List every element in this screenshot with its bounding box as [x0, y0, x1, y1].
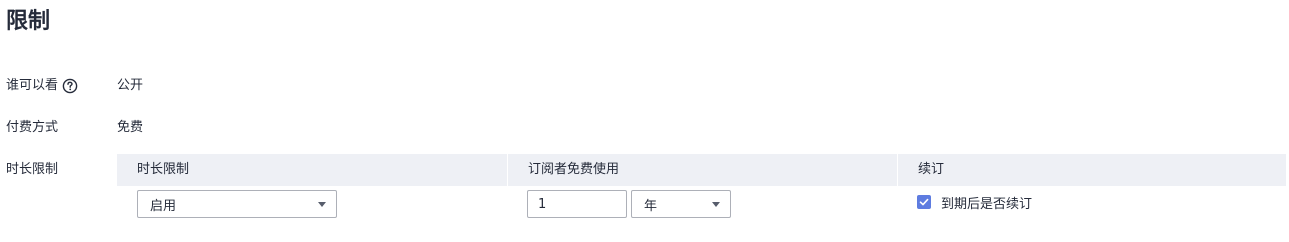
table-header: 时长限制 订阅者免费使用 续订 — [117, 154, 1286, 186]
duration-limit-table: 时长限制 订阅者免费使用 续订 启用 年 — [117, 154, 1286, 222]
duration-row-label: 时长限制 — [6, 161, 58, 179]
unit-select[interactable]: 年 — [631, 190, 731, 218]
visibility-row-label: 谁可以看 — [6, 77, 78, 95]
free-period-input[interactable] — [527, 190, 627, 218]
caret-down-icon — [318, 201, 326, 207]
visibility-label: 谁可以看 — [6, 78, 59, 93]
section-title: 限制 — [6, 9, 51, 34]
help-icon[interactable] — [62, 78, 78, 94]
payment-label: 付费方式 — [6, 120, 59, 135]
header-duration-limit: 时长限制 — [137, 162, 190, 177]
header-free-use: 订阅者免费使用 — [507, 154, 897, 186]
cell-status: 启用 — [117, 190, 507, 218]
table-row: 启用 年 到期后是否续订 — [117, 186, 1286, 222]
unit-select-value: 年 — [644, 198, 658, 214]
renew-checkbox[interactable] — [917, 195, 931, 209]
renew-checkbox-label[interactable]: 到期后是否续订 — [941, 193, 1032, 212]
status-select-value: 启用 — [150, 198, 177, 214]
cell-renew: 到期后是否续订 — [897, 195, 1286, 212]
payment-value: 免费 — [117, 120, 144, 135]
duration-label: 时长限制 — [6, 162, 59, 177]
header-renew: 续订 — [897, 154, 1286, 186]
visibility-value: 公开 — [117, 78, 144, 93]
checkmark-icon — [919, 198, 929, 206]
caret-down-icon — [712, 201, 720, 207]
status-select[interactable]: 启用 — [137, 190, 337, 218]
cell-free-period: 年 — [507, 190, 897, 218]
payment-row-label: 付费方式 — [6, 119, 58, 137]
limit-settings-page: 限制 谁可以看 公开 付费方式 免费 时长限制 时长限制 订阅者免费使用 续订 — [0, 0, 1289, 242]
